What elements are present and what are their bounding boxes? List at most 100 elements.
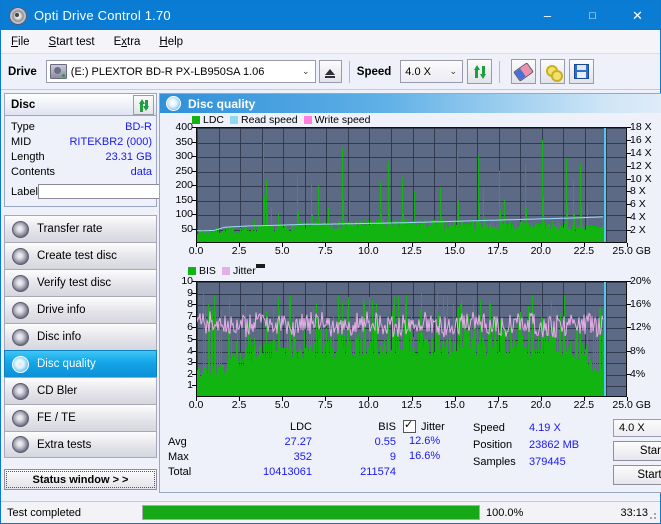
y-tick-mark [192, 156, 196, 157]
x-tick-mark [627, 397, 628, 401]
y2-tick-label: 8% [630, 344, 646, 357]
disc-mid-label: MID [11, 135, 32, 148]
close-button[interactable]: ✕ [615, 1, 660, 30]
resize-grip[interactable] [647, 510, 657, 520]
sidebar-item-extra-tests[interactable]: Extra tests [4, 431, 157, 458]
x-tick-mark [196, 397, 197, 401]
test-nav-list: Transfer rate Create test disc Verify te… [4, 215, 157, 458]
start-full-button[interactable]: Start full [613, 441, 661, 462]
erase-button[interactable] [511, 59, 537, 84]
y2-tick-mark [627, 152, 631, 154]
legend-label: Read speed [241, 114, 298, 126]
series-jitter [197, 311, 604, 338]
x-tick-label: 25.0 GB [612, 399, 651, 411]
minimize-button[interactable]: – [525, 1, 570, 30]
disc-info-panel: Disc Type BD-R MID RITEKBR2 (000) Length… [4, 93, 241, 207]
progress-fill [143, 506, 479, 519]
menu-file[interactable]: FFileile [11, 36, 30, 48]
stats-table: LDC BIS Avg 27.27 0.55 Max 352 9 Total 1… [168, 419, 403, 489]
stats-row-label: Total [168, 465, 192, 478]
start-part-button[interactable]: Start part [613, 465, 661, 486]
drive-select[interactable]: (E:) PLEXTOR BD-R PX-LB950SA 1.06 ⌄ [45, 60, 316, 83]
y2-tick-mark [627, 139, 631, 141]
sidebar-item-drive-info[interactable]: Drive info [4, 296, 157, 323]
sidebar-item-cd-bler[interactable]: CD Bler [4, 377, 157, 404]
sidebar-item-fe-te[interactable]: FE / TE [4, 404, 157, 431]
menu-bar: FFileile Start test Extra Help [1, 30, 660, 54]
disc-length-label: Length [11, 150, 45, 163]
sidebar-item-label: Verify test disc [37, 277, 112, 289]
bis-jitter-chart-legend: BIS Jitter [188, 265, 262, 277]
legend-label: Write speed [314, 114, 371, 126]
y2-tick-label: 12% [630, 321, 652, 334]
eraser-icon [513, 61, 535, 82]
window-controls: – □ ✕ [525, 1, 660, 30]
x-tick-mark [239, 243, 241, 247]
y2-tick-mark [627, 327, 631, 329]
sidebar-item-verify-test-disc[interactable]: Verify test disc [4, 269, 157, 296]
y-tick-mark [192, 127, 196, 128]
sidebar-item-create-test-disc[interactable]: Create test disc [4, 242, 157, 269]
readout-position: Position 23862 MB [473, 436, 613, 453]
binoculars-icon [545, 64, 563, 82]
legend-swatch [221, 267, 230, 275]
y2-tick-label: 14 X [630, 146, 652, 159]
disc-icon [12, 247, 29, 265]
drive-icon [49, 64, 67, 79]
save-button[interactable] [569, 59, 595, 84]
menu-extra[interactable]: Extra [114, 36, 141, 48]
scan-button[interactable] [540, 59, 566, 84]
disc-row-length: Length 23.31 GB [11, 149, 152, 164]
scan-actions: 4.0 X ⌄ Start full Start part [613, 419, 661, 489]
disc-refresh-button[interactable] [133, 94, 154, 115]
scan-speed-select[interactable]: 4.0 X ⌄ [613, 419, 661, 438]
ldc-plot-area[interactable] [196, 127, 627, 243]
eject-icon [325, 68, 336, 78]
jitter-checkbox[interactable] [403, 418, 416, 433]
jitter-avg-value: 12.6% [409, 435, 441, 447]
progress-bar [142, 505, 480, 520]
y2-tick-mark [627, 304, 631, 306]
speed-select-value: 4.0 X [405, 65, 431, 78]
sidebar-item-label: Transfer rate [37, 223, 103, 235]
series-read-speed [197, 216, 603, 232]
sidebar-item-transfer-rate[interactable]: Transfer rate [4, 215, 157, 242]
scan-cursor-line [604, 128, 606, 242]
y-tick-mark [192, 170, 196, 172]
jitter-checkbox-row[interactable]: Jitter [403, 418, 473, 434]
speed-readout-value: 4.19 X [529, 421, 561, 434]
y2-tick-label: 20% [630, 275, 652, 287]
y-tick-mark [192, 385, 196, 387]
status-window-button[interactable]: Status window > > [4, 469, 157, 490]
speed-select[interactable]: 4.0 X ⌄ [400, 60, 464, 83]
y-tick-mark [192, 214, 196, 215]
stats-row-total: Total 10413061 211574 [168, 464, 403, 479]
x-tick-mark [627, 243, 628, 247]
stats-total-bis: 211574 [360, 465, 396, 478]
speed-readout-label: Speed [473, 421, 505, 434]
app-window: Opti Drive Control 1.70 – □ ✕ FFileile S… [0, 0, 661, 524]
disc-icon [12, 328, 29, 346]
sidebar-item-disc-quality[interactable]: Disc quality [4, 350, 157, 377]
refresh-button[interactable] [467, 59, 493, 84]
stats-row-label: Avg [168, 435, 187, 448]
eject-button[interactable] [318, 60, 342, 83]
sidebar-item-disc-info[interactable]: Disc info [4, 323, 157, 350]
y-tick-mark [192, 292, 196, 294]
content-area: Disc quality LDC Read speed Write speed 40… [159, 90, 661, 493]
position-readout-value: 23862 MB [529, 438, 580, 451]
stats-col-bis: BIS [378, 420, 396, 433]
disc-rows: Type BD-R MID RITEKBR2 (000) Length 23.3… [5, 116, 241, 206]
legend-item: BIS [188, 265, 216, 277]
y-tick-mark [192, 199, 196, 201]
maximize-button[interactable]: □ [570, 1, 615, 30]
disc-quality-icon [166, 96, 181, 111]
disc-row-type: Type BD-R [11, 119, 152, 134]
y-tick-mark [192, 141, 196, 143]
elapsed-time-label: 33:13 [620, 506, 648, 519]
disc-icon [12, 382, 29, 400]
y-tick-label: 200 [175, 179, 193, 191]
menu-start-test[interactable]: Start test [49, 36, 95, 48]
bis-plot-area[interactable] [196, 281, 627, 397]
menu-help[interactable]: Help [159, 36, 183, 48]
